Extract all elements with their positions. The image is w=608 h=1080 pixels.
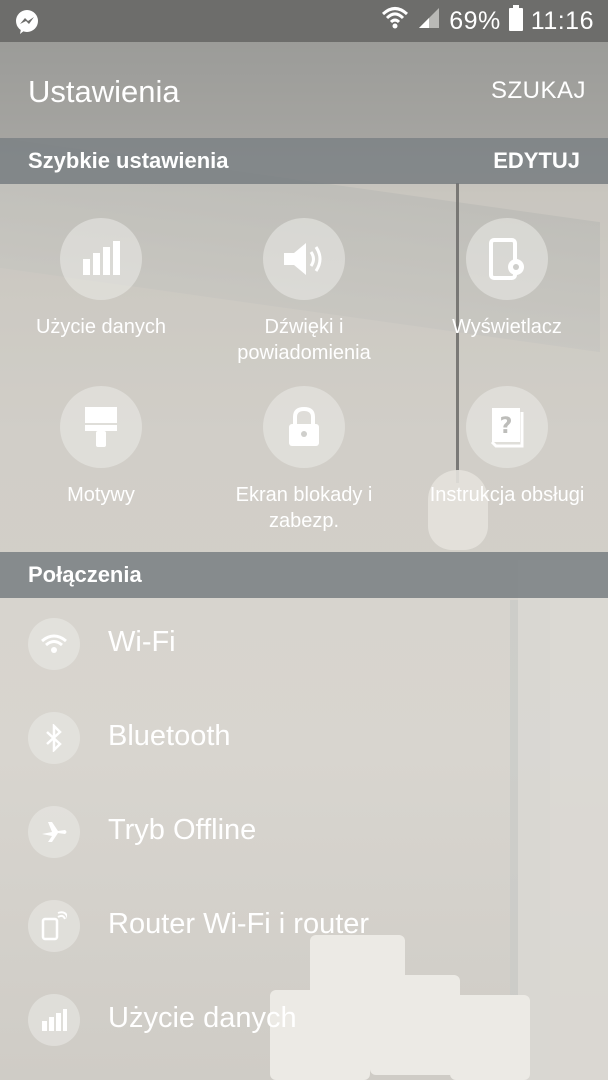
quick-settings-title: Szybkie ustawienia bbox=[28, 148, 229, 173]
edit-button[interactable]: EDYTUJ bbox=[493, 148, 580, 174]
bluetooth-icon bbox=[28, 712, 80, 764]
settings-item-label: Router Wi-Fi i router bbox=[108, 908, 370, 940]
settings-item-label: Bluetooth bbox=[108, 720, 231, 752]
settings-item-label: Użycie danych bbox=[108, 1002, 297, 1034]
quick-setting-lock-screen[interactable]: Ekran blokady i zabezp. bbox=[204, 386, 404, 534]
settings-item-label: Tryb Offline bbox=[108, 814, 257, 846]
quick-setting-label: Ekran blokady i zabezp. bbox=[235, 484, 373, 532]
settings-item-airplane-mode[interactable]: Tryb Offline bbox=[0, 786, 608, 880]
svg-text:?: ? bbox=[500, 414, 513, 439]
data-usage-icon bbox=[28, 994, 80, 1046]
quick-setting-sounds[interactable]: Dźwięki i powiadomienia bbox=[204, 218, 404, 366]
signal-icon bbox=[417, 6, 441, 37]
quick-setting-label: Motywy bbox=[67, 484, 135, 506]
settings-item-wifi[interactable]: Wi-Fi bbox=[0, 598, 608, 692]
quick-setting-data-usage[interactable]: Użycie danych bbox=[1, 218, 201, 340]
hotspot-icon bbox=[28, 900, 80, 952]
quick-setting-label: Instrukcja obsługi bbox=[429, 484, 585, 506]
page-title: Ustawienia bbox=[28, 74, 180, 109]
airplane-icon bbox=[28, 806, 80, 858]
settings-item-label: Wi-Fi bbox=[108, 626, 176, 658]
quick-setting-themes[interactable]: Motywy bbox=[1, 386, 201, 508]
app-bar: Ustawienia SZUKAJ bbox=[0, 42, 608, 138]
speaker-icon bbox=[263, 218, 345, 300]
clock: 11:16 bbox=[530, 6, 594, 35]
connections-title: Połączenia bbox=[28, 562, 142, 587]
quick-setting-label: Użycie danych bbox=[35, 316, 167, 338]
wifi-icon bbox=[28, 618, 80, 670]
quick-setting-user-manual[interactable]: ? Instrukcja obsługi bbox=[407, 386, 607, 508]
settings-item-data-usage[interactable]: Użycie danych bbox=[0, 974, 608, 1068]
messenger-icon bbox=[14, 9, 40, 40]
help-book-icon: ? bbox=[466, 386, 548, 468]
search-button[interactable]: SZUKAJ bbox=[491, 77, 586, 105]
quick-setting-display[interactable]: Wyświetlacz bbox=[407, 218, 607, 340]
lock-icon bbox=[263, 386, 345, 468]
data-usage-icon bbox=[60, 218, 142, 300]
settings-item-bluetooth[interactable]: Bluetooth bbox=[0, 692, 608, 786]
quick-setting-label: Dźwięki i powiadomienia bbox=[237, 316, 371, 364]
quick-setting-label: Wyświetlacz bbox=[452, 316, 562, 338]
display-settings-icon bbox=[466, 218, 548, 300]
paintbrush-icon bbox=[60, 386, 142, 468]
status-right: 69% 11:16 bbox=[381, 0, 594, 42]
wifi-icon bbox=[381, 5, 409, 38]
battery-icon bbox=[508, 4, 523, 38]
quick-settings-grid: Użycie danych Dźwięki i powiadomienia Wy… bbox=[0, 184, 608, 552]
status-bar: 69% 11:16 bbox=[0, 0, 608, 42]
settings-item-hotspot[interactable]: Router Wi-Fi i router bbox=[0, 880, 608, 974]
quick-settings-header: Szybkie ustawienia EDYTUJ bbox=[0, 138, 608, 184]
battery-percent: 69% bbox=[449, 6, 501, 35]
connections-header: Połączenia bbox=[0, 552, 608, 598]
